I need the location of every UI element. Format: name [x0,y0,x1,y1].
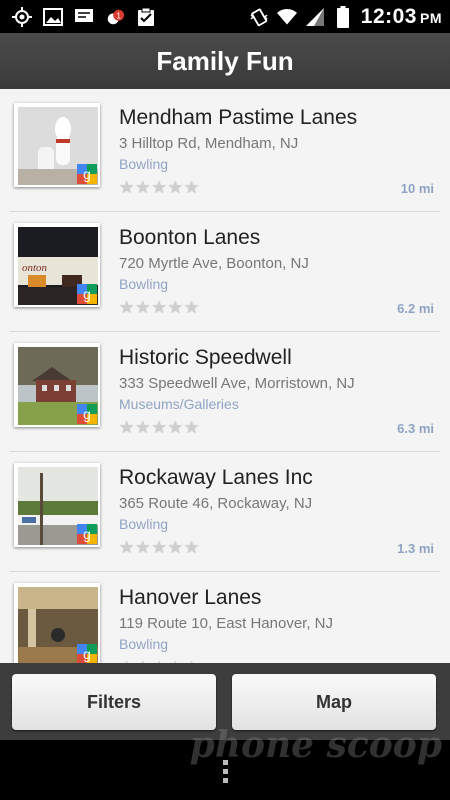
place-distance: 6.2 mi [397,301,434,316]
place-name: Boonton Lanes [119,226,261,249]
notification-badge-icon: 1 [105,7,125,27]
star-icon: ★ [184,178,200,197]
list-item[interactable]: onton g Boonton Lanes 720 Myrtle Ave, Bo… [10,211,440,332]
svg-text:onton: onton [22,262,48,274]
signal-icon [305,7,325,27]
rating-stars: ★★★★★ [119,539,199,556]
list-item[interactable]: g Hanover Lanes 119 Route 10, East Hanov… [10,571,440,663]
rating-stars: ★★★★★ [119,179,199,196]
star-icon: ★ [184,298,200,317]
place-category: Bowling [119,276,169,292]
place-thumbnail: g [14,463,100,547]
google-places-icon: g [77,524,97,544]
status-bar: 1 12:03 PM [0,0,450,33]
svg-text:g: g [83,166,91,182]
star-icon: ★ [167,418,183,437]
google-places-icon: g [77,164,97,184]
star-icon: ★ [184,418,200,437]
svg-text:g: g [83,406,91,422]
page-title: Family Fun [156,45,294,76]
star-icon: ★ [151,418,167,437]
star-icon: ★ [135,298,151,317]
list-item[interactable]: g Historic Speedwell 333 Speedwell Ave, … [10,331,440,452]
battery-icon [333,5,353,28]
image-icon [43,7,63,27]
watermark: phone scoop [189,724,442,766]
filters-button[interactable]: Filters [12,674,216,730]
place-thumbnail: g [14,103,100,187]
wifi-icon [276,7,297,27]
place-category: Bowling [119,156,169,172]
star-icon: ★ [167,538,183,557]
svg-text:g: g [83,526,91,542]
place-distance: 1.3 mi [397,541,434,556]
star-icon: ★ [135,178,151,197]
navigation-bar: phone scoop [0,727,450,800]
star-icon: ★ [119,538,135,557]
place-name: Rockaway Lanes Inc [119,466,313,489]
star-icon: ★ [151,538,167,557]
star-icon: ★ [119,418,135,437]
place-distance: 10 mi [400,181,434,196]
app-header: Family Fun [0,33,450,89]
place-category: Bowling [119,516,169,532]
places-list[interactable]: g Mendham Pastime Lanes 3 Hilltop Rd, Me… [0,89,450,663]
star-icon: ★ [151,298,167,317]
map-button[interactable]: Map [232,674,436,730]
google-places-icon: g [77,404,97,424]
checklist-icon [136,7,156,27]
place-thumbnail: onton g [14,223,100,307]
rating-stars: ★★★★★ [119,299,199,316]
list-item[interactable]: g Mendham Pastime Lanes 3 Hilltop Rd, Me… [10,91,440,212]
place-address: 365 Route 46, Rockaway, NJ [119,495,313,512]
place-category: Bowling [119,636,169,652]
vibrate-icon [249,7,269,27]
place-address: 720 Myrtle Ave, Boonton, NJ [119,255,309,272]
place-name: Hanover Lanes [119,586,262,609]
list-item[interactable]: g Rockaway Lanes Inc 365 Route 46, Rocka… [10,451,440,572]
star-icon: ★ [135,538,151,557]
place-thumbnail: g [14,343,100,427]
star-icon: ★ [135,418,151,437]
star-icon: ★ [167,298,183,317]
place-address: 333 Speedwell Ave, Morristown, NJ [119,375,355,392]
gps-icon [12,6,32,27]
star-icon: ★ [151,178,167,197]
google-places-icon: g [77,284,97,304]
place-address: 119 Route 10, East Hanover, NJ [119,615,334,632]
star-icon: ★ [119,178,135,197]
place-distance: 6.3 mi [397,421,434,436]
rating-stars: ★★★★★ [119,419,199,436]
place-category: Museums/Galleries [119,396,239,412]
svg-text:g: g [83,286,91,302]
star-icon: ★ [119,298,135,317]
place-name: Mendham Pastime Lanes [119,106,358,129]
place-address: 3 Hilltop Rd, Mendham, NJ [119,135,299,152]
place-thumbnail: g [14,583,100,663]
svg-text:1: 1 [116,11,121,20]
message-icon [74,7,94,27]
star-icon: ★ [184,538,200,557]
google-places-icon: g [77,644,97,663]
star-icon: ★ [167,178,183,197]
clock: 12:03 PM [360,4,442,28]
svg-text:g: g [83,646,91,662]
place-name: Historic Speedwell [119,346,292,369]
